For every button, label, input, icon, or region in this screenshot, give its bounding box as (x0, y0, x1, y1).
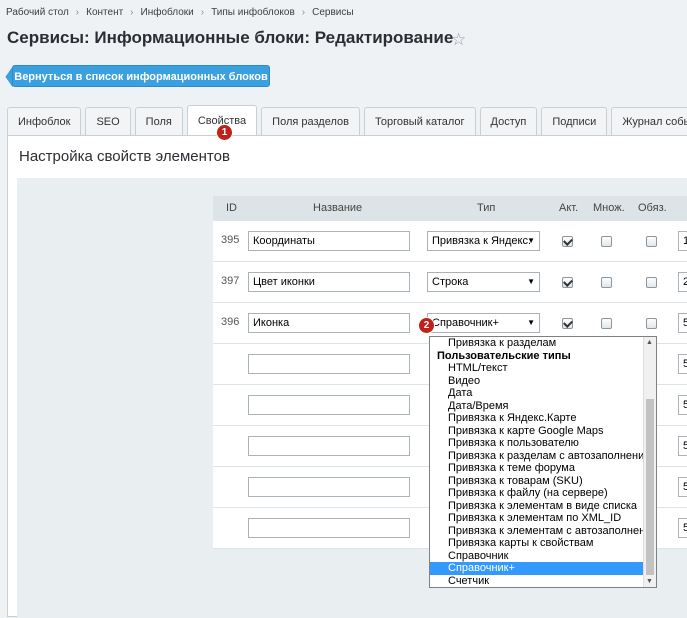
property-type-select[interactable]: Привязка к Яндекс. ▼ (427, 231, 540, 251)
sort-input[interactable]: 5 (678, 477, 687, 497)
chevron-down-icon: ▼ (527, 236, 535, 245)
sort-input[interactable]: 5 (678, 436, 687, 456)
sort-input[interactable]: 5 (678, 518, 687, 538)
sort-input[interactable]: 2 (678, 272, 687, 292)
table-row: 397 Цвет иконки Строка ▼ 2 (213, 262, 687, 303)
property-type-select[interactable]: Строка ▼ (427, 272, 540, 292)
scroll-down-icon[interactable]: ▼ (646, 578, 653, 585)
dropdown-option[interactable]: Привязка к файлу (на сервере) (430, 487, 656, 500)
property-name-input[interactable] (248, 395, 410, 415)
row-id: 395 (221, 234, 240, 246)
row-id: 396 (221, 316, 240, 328)
breadcrumb-item[interactable]: Рабочий стол (6, 7, 69, 18)
scroll-up-icon[interactable]: ▲ (646, 339, 653, 346)
sort-input[interactable]: 5 (678, 395, 687, 415)
required-checkbox[interactable] (646, 236, 657, 247)
property-name-input[interactable] (248, 436, 410, 456)
page-title: Сервисы: Информационные блоки: Редактиро… (7, 28, 454, 47)
table-row: 395 Координаты Привязка к Яндекс. ▼ 1 (213, 221, 687, 262)
chevron-down-icon: ▼ (527, 277, 535, 286)
chevron-down-icon: ▼ (527, 318, 535, 327)
dropdown-option[interactable]: Дата/Время (430, 400, 656, 413)
property-type-select[interactable]: Справочник+ ▼ (427, 313, 540, 333)
breadcrumb-item[interactable]: Типы инфоблоков (211, 7, 295, 18)
active-checkbox[interactable] (562, 277, 573, 288)
tab-access[interactable]: Доступ (479, 107, 538, 135)
section-title: Настройка свойств элементов (19, 148, 230, 165)
chevron-right-icon: › (301, 7, 306, 18)
required-checkbox[interactable] (646, 318, 657, 329)
dropdown-option[interactable]: Привязка к разделам (430, 337, 656, 350)
property-type-value: Привязка к Яндекс. (432, 235, 532, 247)
multiple-checkbox[interactable] (601, 277, 612, 288)
property-name-input[interactable] (248, 477, 410, 497)
dropdown-option[interactable]: Справочник (430, 550, 656, 563)
dropdown-option[interactable]: Привязка к элементам по XML_ID (430, 512, 656, 525)
tab-section-fields[interactable]: Поля разделов (261, 107, 360, 135)
dropdown-option[interactable]: Видео (430, 375, 656, 388)
property-name-input[interactable]: Цвет иконки (248, 272, 410, 292)
dropdown-option[interactable]: Счетчик (430, 575, 656, 588)
breadcrumb: Рабочий стол › Контент › Инфоблоки › Типы и… (6, 7, 354, 18)
active-checkbox[interactable] (562, 236, 573, 247)
property-name-input[interactable] (248, 518, 410, 538)
dropdown-option[interactable]: Привязка к разделам с автозаполнением (430, 450, 656, 463)
property-name-input[interactable]: Координаты (248, 231, 410, 251)
tab-fields[interactable]: Поля (134, 107, 183, 135)
dropdown-option[interactable]: HTML/текст (430, 362, 656, 375)
tab-trade-catalog[interactable]: Торговый каталог (363, 107, 476, 135)
required-checkbox[interactable] (646, 277, 657, 288)
step-badge: 2 (418, 317, 435, 334)
chevron-right-icon: › (200, 7, 205, 18)
chevron-right-icon: › (130, 7, 134, 18)
tab-infoblock[interactable]: Инфоблок (7, 107, 82, 135)
dropdown-option[interactable]: Привязка к пользователю (430, 437, 656, 450)
tab-event-log[interactable]: Журнал событ (611, 107, 687, 135)
property-name-input[interactable] (248, 354, 410, 374)
table-header: ID Название Тип Акт. Множ. Обяз. (213, 196, 687, 221)
sort-input[interactable]: 5 (678, 354, 687, 374)
scrollbar[interactable]: ▲ ▼ (643, 337, 656, 587)
tab-bar: Инфоблок SEO Поля Свойства Поля разделов… (7, 105, 687, 136)
multiple-checkbox[interactable] (601, 318, 612, 329)
dropdown-option[interactable]: Привязка к Яндекс.Карте (430, 412, 656, 425)
row-id: 397 (221, 275, 240, 287)
dropdown-option[interactable]: Справочник+ (430, 562, 656, 575)
back-to-list-button[interactable]: Вернуться в список информационных блоков (12, 65, 270, 87)
type-dropdown-list[interactable]: Привязка к разделам Пользовательские типы… (429, 336, 657, 588)
property-name-input[interactable]: Иконка (248, 313, 410, 333)
dropdown-option[interactable]: Дата (430, 387, 656, 400)
dropdown-option[interactable]: Привязка к карте Google Maps (430, 425, 656, 438)
col-type: Тип (477, 202, 496, 214)
star-icon[interactable]: ☆ (451, 30, 466, 50)
dropdown-group-label: Пользовательские типы (437, 349, 571, 362)
property-type-value: Строка (432, 276, 469, 288)
dropdown-option[interactable]: Привязка к элементам в виде списка (430, 500, 656, 513)
sort-input[interactable]: 1 (678, 231, 687, 251)
col-multiple: Множ. (593, 202, 625, 214)
dropdown-option[interactable]: Привязка к товарам (SKU) (430, 475, 656, 488)
dropdown-option[interactable]: Привязка карты к свойствам (430, 537, 656, 550)
breadcrumb-item[interactable]: Инфоблоки (141, 7, 194, 18)
multiple-checkbox[interactable] (601, 236, 612, 247)
chevron-right-icon: › (75, 7, 80, 18)
sort-input[interactable]: 5 (678, 313, 687, 333)
col-required: Обяз. (638, 202, 667, 214)
dropdown-option[interactable]: Привязка к теме форума (430, 462, 656, 475)
col-id: ID (226, 202, 237, 214)
property-type-value: Справочник+ (432, 317, 499, 329)
breadcrumb-item[interactable]: Контент (86, 7, 123, 18)
col-name: Название (313, 202, 363, 214)
tab-seo[interactable]: SEO (85, 107, 131, 135)
step-badge: 1 (216, 124, 233, 141)
tab-captions[interactable]: Подписи (541, 107, 608, 135)
scrollbar-thumb[interactable] (646, 399, 654, 575)
breadcrumb-item[interactable]: Сервисы (312, 7, 353, 18)
dropdown-option[interactable]: Привязка к элементам с автозаполнением (430, 525, 656, 538)
col-active: Акт. (559, 202, 579, 214)
active-checkbox[interactable] (562, 318, 573, 329)
